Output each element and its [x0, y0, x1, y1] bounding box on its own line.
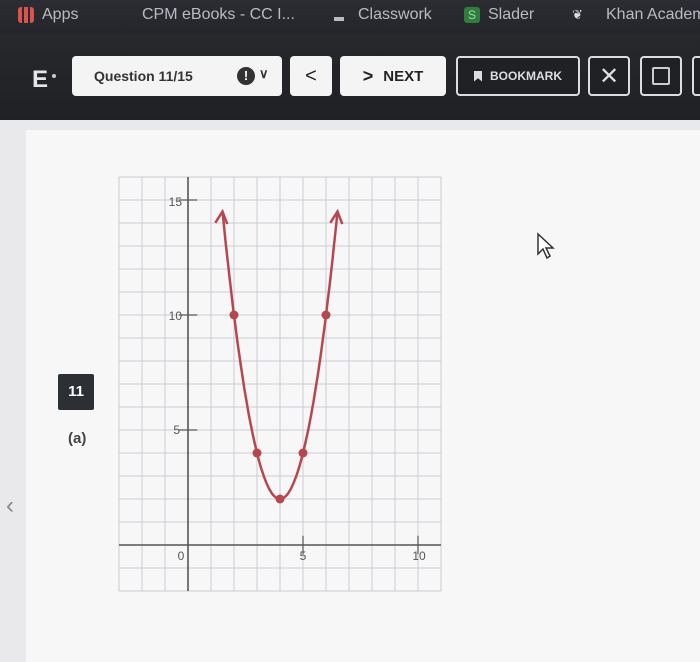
x-tick-label: 10: [412, 549, 426, 563]
graph-tick-labels: 0 5 10 5 10 15: [169, 195, 426, 563]
y-tick-label: 15: [169, 195, 183, 209]
plotted-point: [321, 310, 331, 320]
plotted-point: [275, 494, 285, 504]
plotted-point: [252, 448, 262, 458]
mouse-cursor-icon: [537, 232, 555, 260]
graph-grid: [118, 176, 442, 592]
plotted-point: [229, 310, 239, 320]
y-tick-label: 10: [169, 309, 183, 323]
plotted-point: [298, 448, 308, 458]
x-tick-label: 0: [178, 549, 185, 563]
left-arrowhead: [214, 208, 229, 225]
y-tick-label: 5: [173, 423, 180, 437]
x-tick-label: 5: [300, 549, 307, 563]
parabola-graph: 0 5 10 5 10 15: [118, 176, 442, 592]
